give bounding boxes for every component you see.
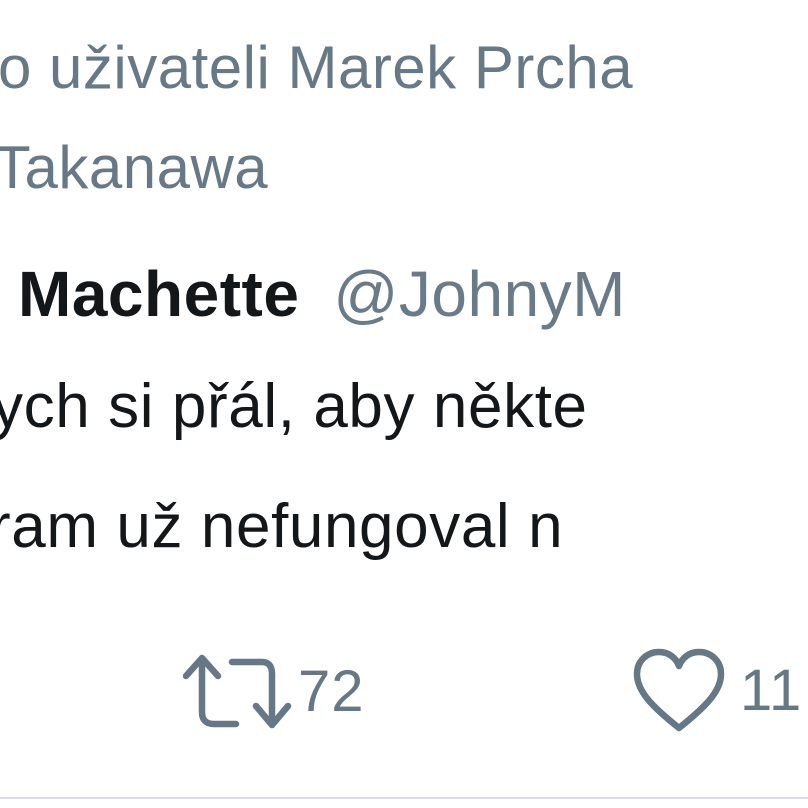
tweet-text-line-1: ych si přál, aby někte	[0, 372, 588, 441]
retweet-icon	[180, 650, 292, 734]
like-count: 11	[740, 658, 803, 723]
social-context-line: o uživateli Marek Prcha	[0, 34, 634, 101]
retweet-button[interactable]: 72	[180, 650, 365, 734]
bottom-divider	[0, 797, 808, 799]
tweet-card[interactable]: o uživateli Marek Prcha Takanawa Machett…	[0, 0, 808, 808]
author-handle[interactable]: @JohnyM	[333, 258, 626, 330]
tweet-text-line-2: ram už nefungoval n	[0, 492, 564, 561]
like-button[interactable]: 11	[632, 648, 802, 734]
retweet-count: 72	[298, 659, 365, 724]
tweet-author-row[interactable]: Machette @JohnyM	[18, 262, 626, 326]
heart-icon	[632, 648, 726, 734]
author-display-name[interactable]: Machette	[18, 258, 299, 330]
location-context-line[interactable]: Takanawa	[0, 138, 268, 198]
